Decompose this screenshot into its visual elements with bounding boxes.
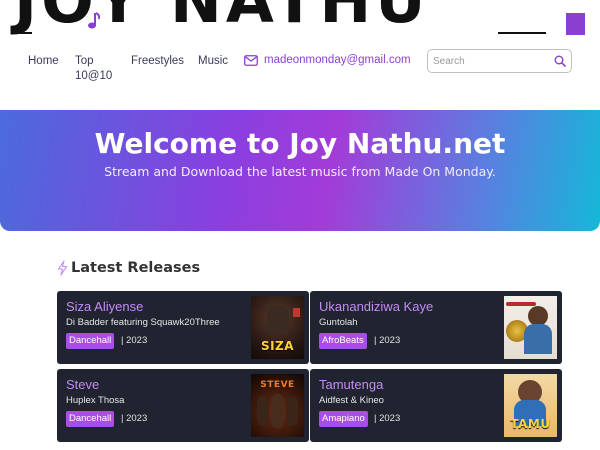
site-logo[interactable]: JOY NATHU [0,0,600,38]
logo-text: JOY NATHU [14,0,430,37]
nav-home[interactable]: Home [28,54,59,69]
hero-title: Welcome to Joy Nathu.net [94,127,506,160]
latest-releases-heading: Latest Releases [57,258,200,278]
nav-freestyles[interactable]: Freestyles [131,54,184,69]
release-year: | 2023 [121,335,148,346]
search-icon[interactable] [554,55,566,67]
search-input[interactable] [433,53,551,69]
nav-top-10[interactable]: Top 10@10 [75,54,112,84]
music-note-icon [88,12,100,29]
mail-icon [244,54,258,66]
album-art-text: TAMU [510,417,551,431]
hero-subtitle: Stream and Download the latest music fro… [104,164,496,179]
nav-music[interactable]: Music [198,54,228,69]
release-card[interactable]: Ukanandiziwa Kaye Guntolah AfroBeats | 2… [310,291,562,364]
release-card[interactable]: Tamutenga Aidfest & Kineo Amapiano | 202… [310,369,562,442]
email-address: madeonmonday@gmail.com [264,54,411,66]
email-link[interactable]: madeonmonday@gmail.com [244,54,411,66]
release-title[interactable]: Ukanandiziwa Kaye [319,299,433,315]
album-art[interactable] [504,296,557,359]
section-title: Latest Releases [71,260,201,276]
album-art[interactable]: SIZA [251,296,304,359]
album-art[interactable]: STEVE [251,374,304,437]
release-title[interactable]: Siza Aliyense [66,299,143,315]
lightning-icon [57,260,68,276]
release-artist: Guntolah [319,317,358,328]
hero-banner: Welcome to Joy Nathu.net Stream and Down… [0,110,600,231]
release-title[interactable]: Steve [66,377,99,393]
release-title[interactable]: Tamutenga [319,377,383,393]
release-artist: Di Badder featuring Squawk20Three [66,317,220,328]
release-card[interactable]: Siza Aliyense Di Badder featuring Squawk… [57,291,309,364]
genre-badge[interactable]: AfroBeats [319,333,367,349]
album-art-text: STEVE [260,380,295,390]
release-artist: Aidfest & Kineo [319,395,384,406]
album-art[interactable]: TAMU [504,374,557,437]
album-art-text: SIZA [260,339,295,353]
genre-badge[interactable]: Dancehall [66,333,115,349]
release-year: | 2023 [121,413,148,424]
logo-rule [498,32,546,34]
release-year: | 2023 [374,413,401,424]
search-bar [427,49,572,73]
genre-badge[interactable]: Amapiano [319,411,368,427]
genre-badge[interactable]: Dancehall [66,411,115,427]
logo-rule [18,32,32,34]
release-artist: Huplex Thosa [66,395,125,406]
release-card[interactable]: Steve Huplex Thosa Dancehall | 2023 STEV… [57,369,309,442]
release-year: | 2023 [374,335,401,346]
logo-accent [566,13,585,35]
